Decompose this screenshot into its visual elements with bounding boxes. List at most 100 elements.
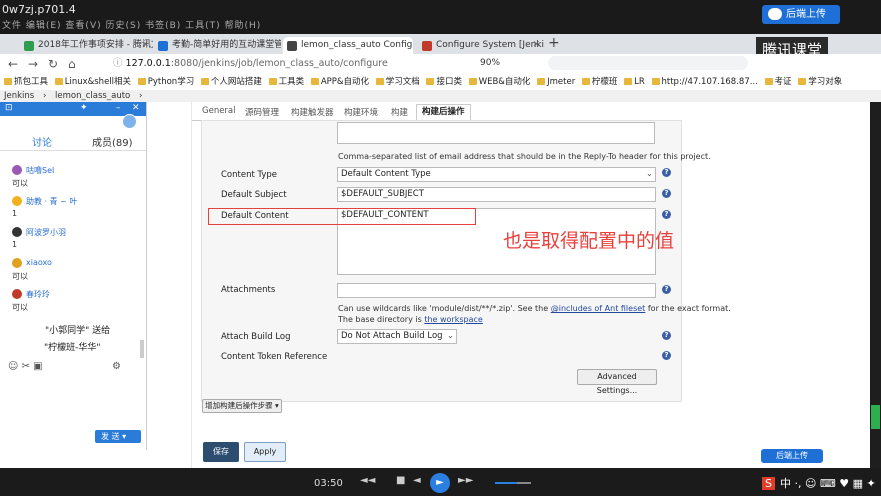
forward-icon[interactable]: →	[28, 57, 38, 71]
content-token-label: Content Token Reference	[221, 352, 328, 362]
avatar[interactable]	[12, 196, 22, 206]
sogou-icon: S	[762, 477, 775, 490]
stop-icon[interactable]: ■	[396, 475, 405, 486]
ime-toolbar[interactable]: S中 ·, ☺ ⌨ ♥ ▦ ✦	[762, 475, 876, 491]
help-icon[interactable]: ?	[662, 189, 671, 198]
message-text: 可以	[12, 272, 28, 281]
reload-icon[interactable]: ↻	[48, 57, 58, 71]
bookmark[interactable]: Python学习	[138, 74, 194, 90]
reply-to-note: Comma-separated list of email address th…	[338, 152, 711, 161]
bookmark[interactable]: WEB&自动化	[469, 74, 531, 90]
message-sender[interactable]: 助教 · 青 ~ 叶	[26, 196, 77, 207]
tab-build-env[interactable]: 构建环境	[344, 106, 378, 118]
tab-build[interactable]: 构建	[391, 106, 408, 118]
help-icon[interactable]: ?	[662, 351, 671, 360]
menu-bar[interactable]: 文件 编辑(E) 查看(V) 历史(S) 书签(B) 工具(T) 帮助(H)	[2, 18, 261, 31]
chat-scrollbar[interactable]	[140, 340, 144, 358]
bookmark[interactable]: 个人网站搭建	[201, 74, 262, 90]
prev-icon[interactable]: ◄	[413, 475, 421, 486]
tab-attendance[interactable]: 考勤-简单好用的互动课堂管理	[154, 37, 281, 54]
minimize-icon[interactable]: –	[116, 103, 121, 113]
gift-message: "小郭同学" 送给	[45, 326, 111, 336]
forward-icon[interactable]: ►►	[458, 475, 473, 486]
tab-configure-system[interactable]: Configure System [Jenkins]✕	[418, 37, 544, 54]
tencent-upload-button[interactable]: 后端上传	[761, 449, 823, 463]
help-icon[interactable]: ?	[662, 210, 671, 219]
content-type-select[interactable]: Default Content Type ⌄	[337, 167, 656, 182]
default-subject-input[interactable]: $DEFAULT_SUBJECT	[337, 187, 656, 202]
tab-work-schedule[interactable]: 2018年工作事项安排 - 腾讯文 ✕	[20, 37, 153, 54]
message-sender[interactable]: 阿波罗小羽	[26, 227, 66, 238]
bookmark[interactable]: APP&自动化	[311, 74, 369, 90]
tab-scm[interactable]: 源码管理	[245, 106, 279, 118]
message-text: 1	[12, 240, 18, 249]
bookmark[interactable]: 抓包工具	[4, 74, 48, 90]
tab-members[interactable]: 成员(89)	[92, 134, 133, 149]
message-text: 可以	[12, 303, 28, 312]
bookmark[interactable]: 柠檬班	[582, 74, 618, 90]
bookmark[interactable]: 考证	[765, 74, 792, 90]
chat-header: ⊡ ✦ – ✕	[0, 102, 146, 116]
attachments-input[interactable]	[337, 283, 656, 298]
message-sender[interactable]: 咕噜Sel	[26, 165, 54, 176]
tab-discuss[interactable]: 讨论	[32, 134, 52, 149]
chat-toolbar[interactable]: ☺ ✂ ▣	[8, 361, 43, 372]
breadcrumb: Jenkins › lemon_class_auto ›	[0, 90, 881, 102]
bookmark[interactable]: http://47.107.168.87...	[652, 74, 758, 90]
close-icon[interactable]: ✕	[141, 37, 149, 54]
zoom-level[interactable]: 90%	[480, 58, 500, 68]
new-tab-button[interactable]: +	[548, 35, 560, 51]
help-icon[interactable]: ?	[662, 331, 671, 340]
avatar[interactable]	[122, 114, 137, 129]
tab-post-build[interactable]: 构建后操作	[416, 104, 471, 120]
tab-general[interactable]: General	[202, 106, 236, 116]
workspace-link[interactable]: the workspace	[424, 315, 483, 324]
back-icon[interactable]: ←	[8, 57, 18, 71]
tab-triggers[interactable]: 构建触发器	[291, 106, 334, 118]
tab-jenkins-config[interactable]: lemon_class_auto Config [Je	[283, 37, 413, 54]
help-icon[interactable]: ?	[662, 168, 671, 177]
bookmark[interactable]: 接口类	[426, 74, 462, 90]
gift-message: "柠檬班-华华"	[44, 343, 101, 353]
apply-button[interactable]: Apply	[244, 442, 286, 462]
pin-icon[interactable]: ✦	[80, 103, 88, 113]
cloud-icon	[768, 8, 782, 20]
help-icon[interactable]: ?	[662, 285, 671, 294]
bookmark[interactable]: 学习文档	[376, 74, 420, 90]
send-button[interactable]: 发 送 ▾	[95, 430, 141, 443]
url-field[interactable]: ⓘ 127.0.0.1:8080/jenkins/job/lemon_class…	[113, 56, 523, 72]
close-icon[interactable]: ✕	[132, 103, 140, 113]
avatar[interactable]	[12, 165, 22, 175]
search-input[interactable]	[548, 56, 748, 70]
breadcrumb-job[interactable]: lemon_class_auto	[55, 91, 130, 101]
play-button[interactable]: ►	[430, 473, 450, 493]
jenkins-icon	[287, 41, 297, 51]
attach-log-select[interactable]: Do Not Attach Build Log ⌄	[337, 329, 457, 344]
tencent-upload-button[interactable]: 后端上传	[762, 5, 840, 24]
bookmark[interactable]: Linux&shell相关	[55, 74, 131, 90]
add-post-build-step-button[interactable]: 增加构建后操作步骤 ▾	[202, 399, 282, 413]
avatar[interactable]	[12, 227, 22, 237]
message-sender[interactable]: 春玲玲	[26, 289, 50, 300]
settings-icon[interactable]: ⚙	[112, 361, 121, 372]
chevron-down-icon: ⌄	[645, 169, 653, 179]
bookmark[interactable]: 学习对象	[798, 74, 842, 90]
reply-to-textarea[interactable]	[337, 122, 655, 144]
ant-fileset-link[interactable]: @includes of Ant fileset	[551, 304, 646, 313]
bookmark[interactable]: Jmeter	[537, 74, 575, 90]
breadcrumb-jenkins[interactable]: Jenkins	[4, 91, 34, 101]
bookmark[interactable]: 工具类	[269, 74, 305, 90]
browser-tab-bar: 2018年工作事项安排 - 腾讯文 ✕ 考勤-简单好用的互动课堂管理 lemon_…	[0, 34, 881, 54]
avatar[interactable]	[12, 258, 22, 268]
side-toggle[interactable]	[871, 405, 880, 429]
attachments-label: Attachments	[221, 285, 276, 295]
advanced-settings-button[interactable]: Advanced Settings...	[577, 369, 657, 395]
save-button[interactable]: 保存	[203, 442, 239, 462]
bookmark[interactable]: LR	[624, 74, 645, 90]
close-icon[interactable]: ✕	[532, 37, 540, 54]
avatar[interactable]	[12, 289, 22, 299]
home-icon[interactable]: ⌂	[68, 57, 76, 71]
collapse-icon[interactable]: ⊡	[5, 103, 13, 113]
rewind-icon[interactable]: ◄◄	[360, 475, 375, 486]
message-sender[interactable]: xiaoxo	[26, 258, 52, 267]
